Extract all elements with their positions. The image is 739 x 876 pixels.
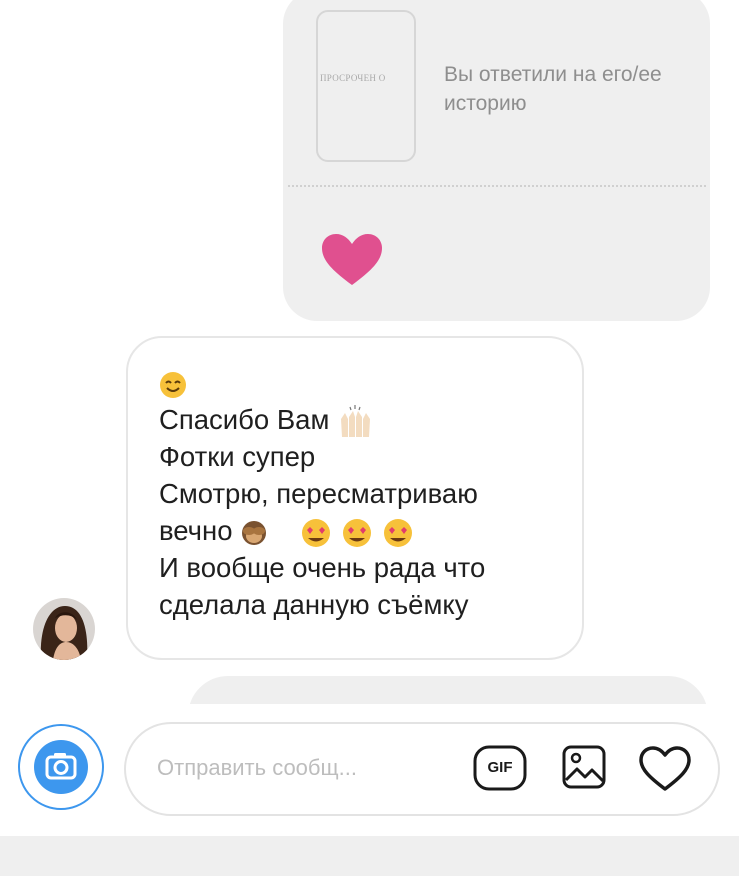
- message-line: сделала данную съёмку: [159, 589, 469, 620]
- avatar-image: [33, 598, 95, 660]
- gallery-icon[interactable]: [561, 744, 607, 790]
- heart-eyes-face-icon: [302, 518, 413, 547]
- message-line: вечно: [159, 512, 569, 549]
- gif-label: GIF: [487, 759, 513, 776]
- message-line-text: вечно: [159, 515, 233, 546]
- bottom-bar: [0, 836, 739, 876]
- raising-hands-icon: [341, 404, 371, 437]
- avatar[interactable]: [33, 598, 95, 660]
- smiling-face-icon: [160, 371, 186, 398]
- message-line: Спасибо Вам: [159, 401, 569, 438]
- message-text: Спасибо Вам Фотки супер Смотрю, пересмат…: [159, 364, 569, 623]
- see-no-evil-monkey-icon: [242, 520, 267, 545]
- camera-button[interactable]: [34, 740, 88, 794]
- story-reply-text: Вы ответили на его/ее историю: [444, 63, 662, 115]
- divider: [288, 185, 706, 187]
- heart-icon: [322, 234, 382, 285]
- message-line: Смотрю, пересматриваю: [159, 478, 478, 509]
- like-heart-icon[interactable]: [638, 746, 692, 792]
- message-input-placeholder: Отправить сообщ...: [157, 755, 357, 780]
- message-line: Фотки супер: [159, 441, 316, 472]
- story-thumbnail[interactable]: ПРОСРОЧЕН О: [316, 10, 416, 162]
- story-expired-label: ПРОСРОЧЕН О: [320, 73, 386, 83]
- message-line: [159, 364, 569, 401]
- gif-button[interactable]: GIF: [473, 744, 527, 792]
- message-line-text: Спасибо Вам: [159, 404, 330, 435]
- camera-icon: [45, 753, 77, 780]
- message-line: И вообще очень рада что: [159, 552, 486, 583]
